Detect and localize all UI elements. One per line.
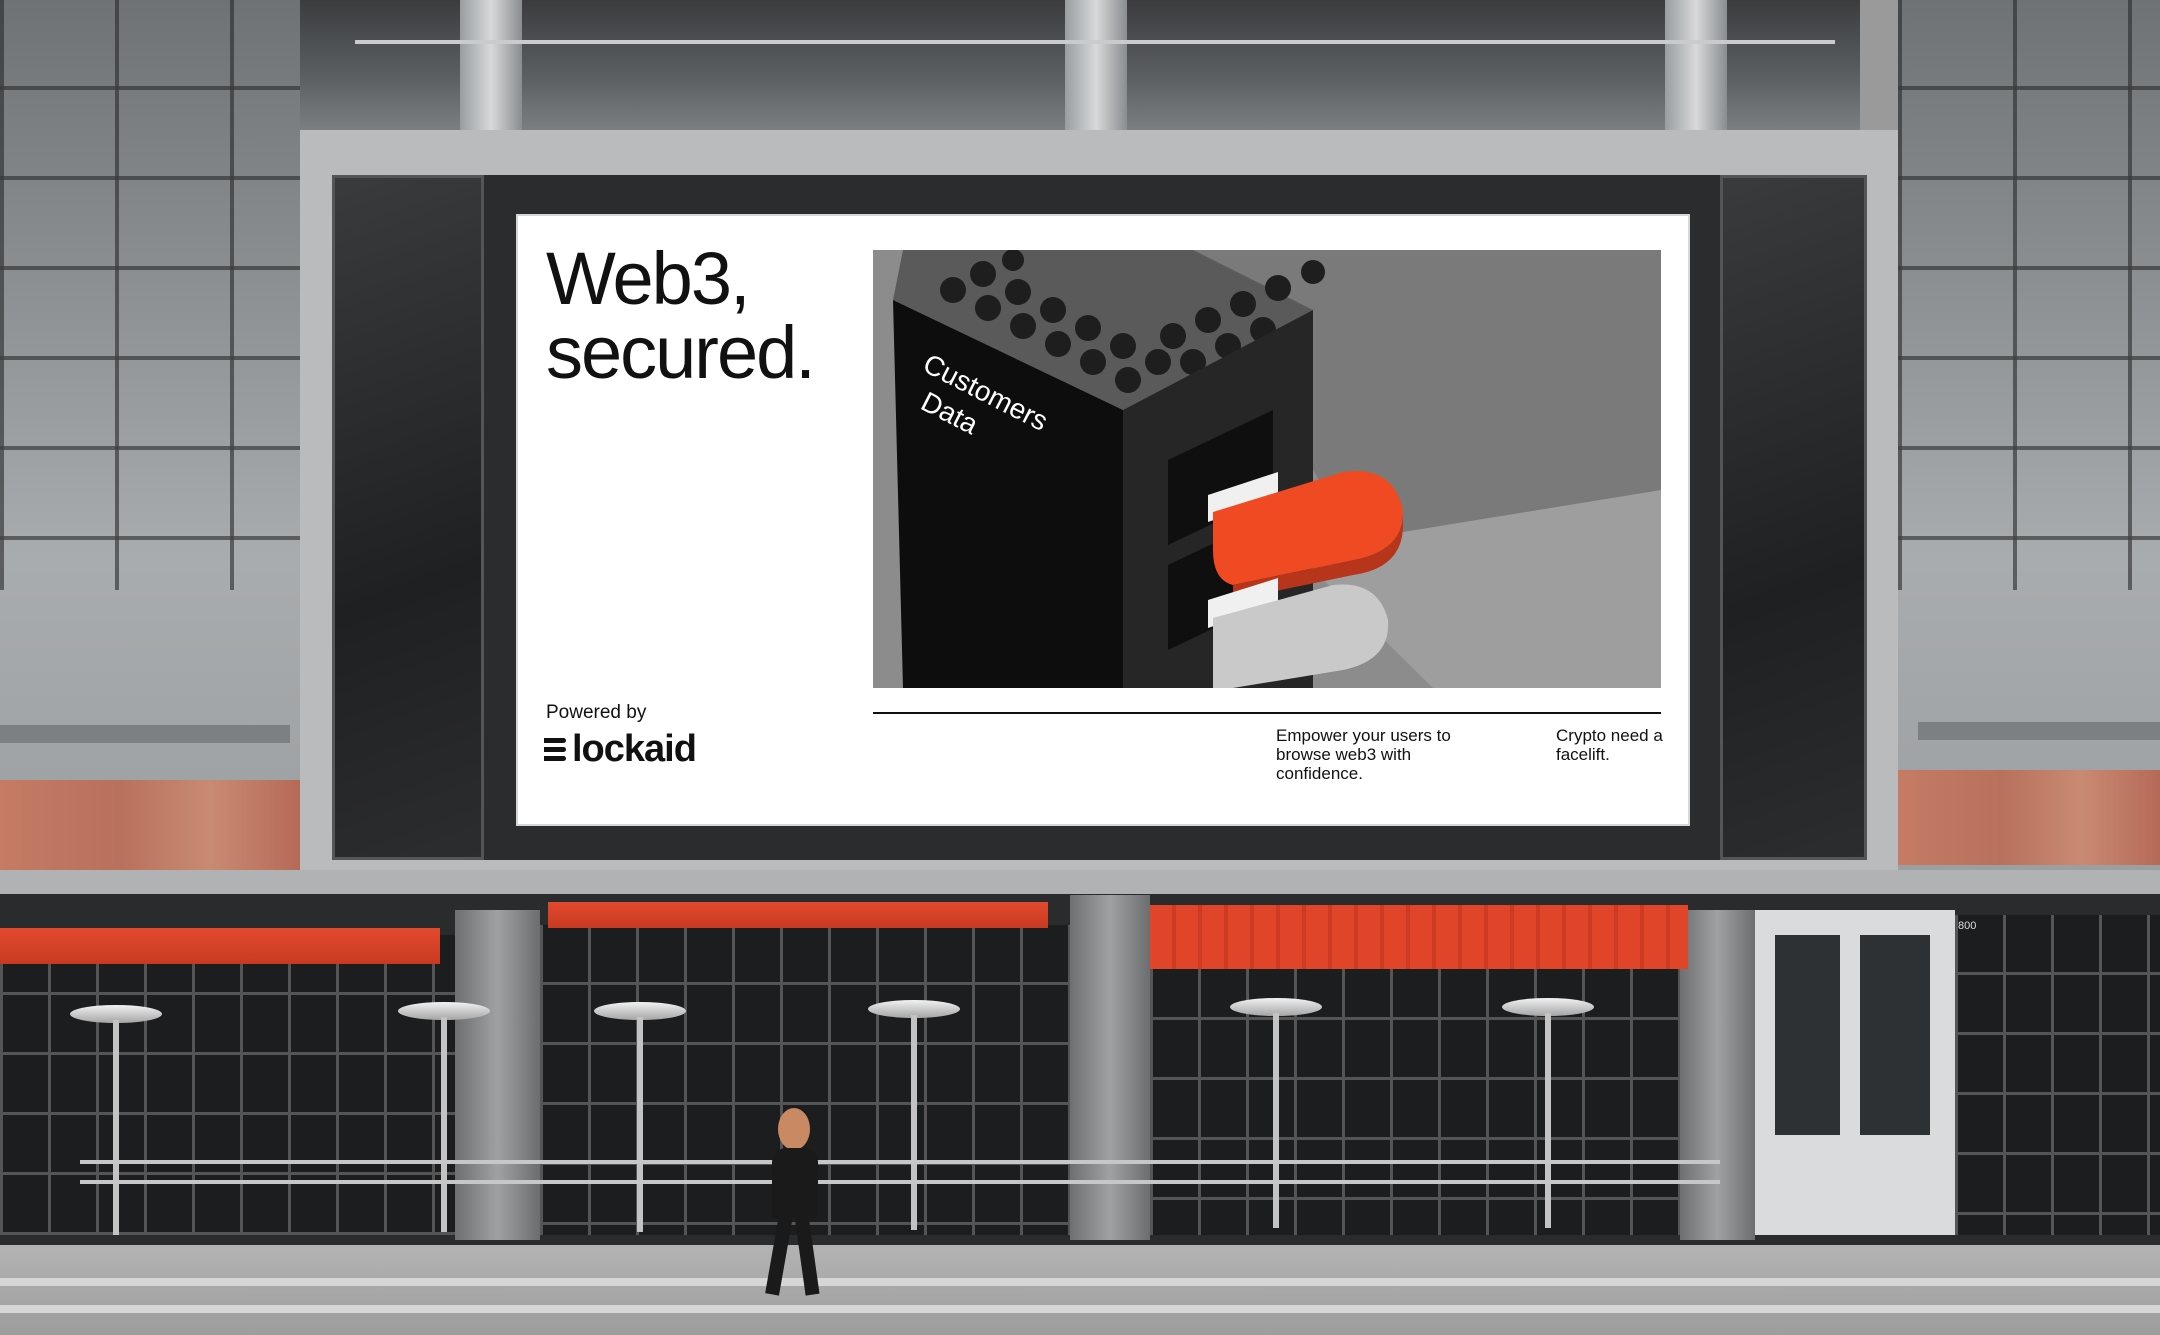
brand-mark-icon — [544, 735, 570, 765]
patio-heater-pole — [911, 1015, 917, 1230]
glass-column — [1065, 0, 1127, 135]
door-glass-right — [1860, 935, 1930, 1135]
glass-column — [460, 0, 522, 135]
headline: Web3, secured. — [546, 237, 816, 394]
frame-panel-left — [332, 175, 484, 860]
powered-by-text: Powered by — [546, 702, 647, 723]
pedestrian-torso — [772, 1148, 818, 1218]
tagline-secondary: Crypto need a facelift. — [1556, 726, 1663, 764]
awning-center — [548, 902, 1048, 928]
sidewalk — [0, 1245, 2160, 1335]
headline-line-1: Web3, — [546, 237, 751, 320]
pillar — [1680, 910, 1755, 1240]
patio-heater-pole — [441, 1017, 447, 1232]
glass-column — [1665, 0, 1727, 135]
patio-heater-pole — [1545, 1013, 1551, 1228]
crosswalk-stripe — [0, 1305, 2160, 1313]
server-usb-illustration: Customers Data — [873, 250, 1661, 688]
awning-right — [1150, 905, 1688, 969]
pillar — [1070, 895, 1150, 1240]
awning-left — [0, 928, 440, 964]
door-number: 800 — [1958, 920, 1977, 932]
pedestrian-head — [778, 1108, 810, 1150]
brand-logo: lockaid — [544, 728, 697, 771]
patio-railing — [80, 1180, 1720, 1184]
brand-name: lockaid — [572, 728, 697, 770]
glass-rail — [355, 40, 1835, 44]
billboard: Web3, secured. Customers Data Powered by… — [518, 216, 1688, 824]
patio-heater-pole — [637, 1017, 643, 1232]
window-far-right — [1955, 915, 2160, 1235]
door-glass-left — [1775, 935, 1840, 1135]
left-copper-panel — [0, 780, 300, 870]
storefront-cornice — [0, 870, 2160, 894]
pillar — [455, 910, 540, 1240]
headline-line-2: secured. — [546, 311, 816, 394]
frame-panel-right — [1720, 175, 1867, 860]
right-copper-panel — [1898, 770, 2160, 865]
tagline-primary: Empower your users to browse web3 with c… — [1276, 726, 1451, 783]
left-windows — [0, 0, 300, 590]
right-ledge — [1918, 722, 2160, 740]
restaurant-window-left — [0, 935, 455, 1235]
street-scene: Web3, secured. Customers Data Powered by… — [0, 0, 2160, 1335]
left-ledge — [0, 725, 290, 743]
divider-rule — [873, 712, 1661, 714]
right-windows — [1898, 0, 2160, 590]
patio-railing — [80, 1160, 1720, 1164]
patio-heater-pole — [1273, 1013, 1279, 1228]
restaurant-window-right — [1150, 960, 1680, 1235]
patio-heater-pole — [113, 1020, 119, 1235]
illustration: Customers Data — [873, 250, 1661, 688]
crosswalk-stripe — [0, 1278, 2160, 1286]
